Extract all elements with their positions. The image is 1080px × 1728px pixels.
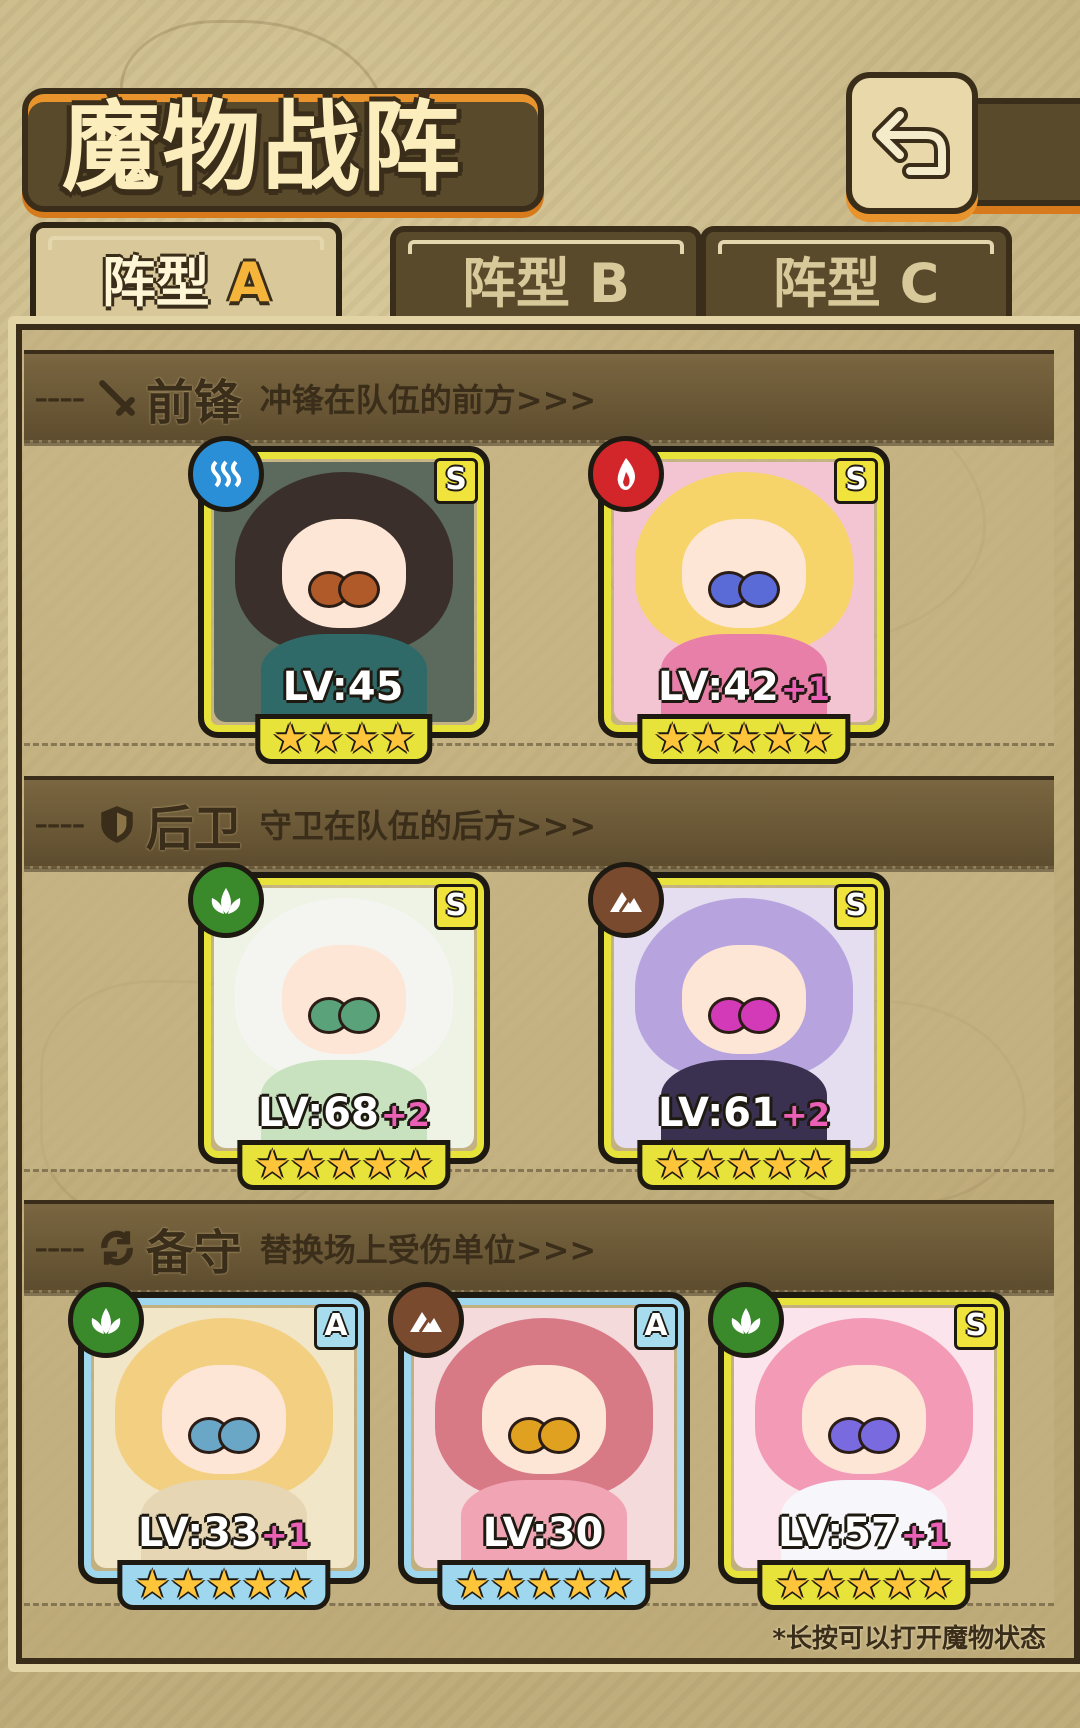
unit-card[interactable]: S LV:68+2 ★★★★★	[188, 862, 490, 1190]
section-title: 后卫	[145, 801, 242, 857]
unit-level: LV:68+2	[258, 1090, 430, 1136]
rank-badge: A	[634, 1304, 678, 1350]
back-button[interactable]	[846, 72, 978, 214]
star-rating: ★★★★★	[437, 1560, 651, 1610]
rank-badge: S	[434, 458, 478, 504]
star-rating: ★★★★★	[637, 1140, 851, 1190]
unit-level: LV:57+1	[778, 1510, 950, 1556]
section-description: 替换场上受伤单位>>>	[259, 1231, 597, 1269]
tab-formation-c[interactable]: 阵型 C	[700, 226, 1012, 324]
section-description: 守卫在队伍的后方>>>	[259, 807, 597, 845]
unit-level: LV:61+2	[658, 1090, 830, 1136]
back-arrow-icon	[872, 107, 950, 179]
rank-badge: S	[434, 884, 478, 930]
star-rating: ★★★★★	[237, 1140, 451, 1190]
leaf-element-icon	[68, 1282, 144, 1358]
hint-text: *长按可以打开魔物状态	[772, 1624, 1046, 1654]
section-description: 冲锋在队伍的前方>>>	[259, 381, 597, 419]
unit-card[interactable]: S LV:57+1 ★★★★★	[708, 1282, 1010, 1610]
star-rating: ★★★★★	[757, 1560, 971, 1610]
unit-card[interactable]: S LV:45 ★★★★	[188, 436, 490, 764]
unit-level: LV:45	[282, 664, 404, 710]
fire-element-icon	[588, 436, 664, 512]
unit-card[interactable]: A LV:33+1 ★★★★★	[68, 1282, 370, 1610]
divider: ----	[34, 1225, 86, 1271]
tab-frame	[718, 240, 994, 254]
tab-frame	[408, 240, 684, 254]
unit-card[interactable]: S LV:42+1 ★★★★★	[588, 436, 890, 764]
section-title: 前锋	[145, 375, 242, 431]
section-header-front: ---- 前锋 冲锋在队伍的前方>>>	[24, 350, 1054, 446]
unit-level: LV:42+1	[658, 664, 830, 710]
row-band-front	[24, 440, 1054, 746]
leaf-element-icon	[708, 1282, 784, 1358]
row-band-rear	[24, 866, 1054, 1172]
unit-card[interactable]: S LV:61+2 ★★★★★	[588, 862, 890, 1190]
swap-icon	[100, 1230, 133, 1266]
rank-badge: S	[954, 1304, 998, 1350]
unit-level: LV:30	[482, 1510, 604, 1556]
star-rating: ★★★★	[255, 714, 433, 764]
earth-element-icon	[588, 862, 664, 938]
unit-card[interactable]: A LV:30 ★★★★★	[388, 1282, 690, 1610]
earth-element-icon	[388, 1282, 464, 1358]
section-header-rear: ---- 后卫 守卫在队伍的后方>>>	[24, 776, 1054, 872]
shield-icon	[100, 806, 133, 843]
page-title: 魔物战阵	[62, 91, 463, 205]
tab-frame	[48, 236, 324, 250]
rank-badge: S	[834, 884, 878, 930]
star-rating: ★★★★★	[637, 714, 851, 764]
section-header-reserve: ---- 备守 替换场上受伤单位>>>	[24, 1200, 1054, 1296]
divider: ----	[34, 375, 86, 421]
rank-badge: A	[314, 1304, 358, 1350]
tab-formation-b[interactable]: 阵型 B	[390, 226, 702, 324]
leaf-element-icon	[188, 862, 264, 938]
section-title: 备守	[145, 1225, 242, 1281]
rank-badge: S	[834, 458, 878, 504]
tab-formation-a[interactable]: 阵型 A	[30, 222, 342, 326]
water-element-icon	[188, 436, 264, 512]
star-rating: ★★★★★	[117, 1560, 331, 1610]
back-bar-decoration	[960, 98, 1080, 206]
sword-icon	[98, 380, 135, 416]
divider: ----	[34, 801, 86, 847]
unit-level: LV:33+1	[138, 1510, 310, 1556]
